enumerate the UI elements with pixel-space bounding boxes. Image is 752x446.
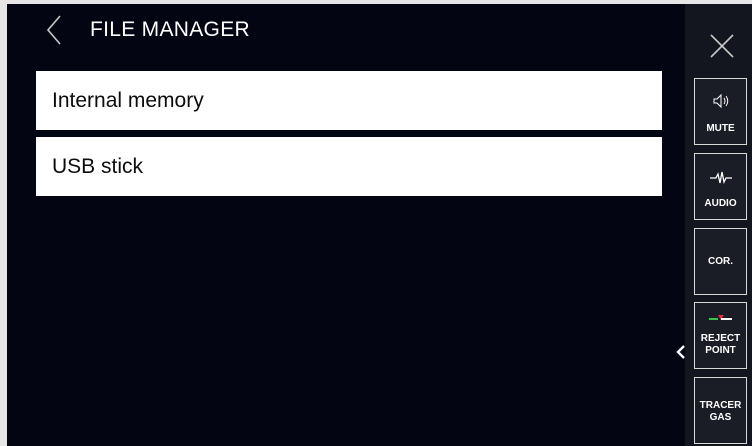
device-screen: FILE MANAGER Internal memory USB stick M… — [7, 4, 752, 446]
list-item-internal-memory[interactable]: Internal memory — [36, 71, 662, 130]
back-button[interactable] — [36, 12, 72, 48]
audio-label: AUDIO — [704, 198, 737, 209]
reject-point-button[interactable]: REJECT POINT — [694, 302, 747, 369]
cor-label: COR. — [708, 256, 733, 267]
reject-point-label-line1: REJECT — [700, 333, 741, 344]
close-button[interactable] — [704, 28, 740, 64]
waveform-icon — [710, 171, 732, 184]
reject-point-label-line2: POINT — [705, 345, 736, 356]
list-item-label: USB stick — [52, 155, 144, 178]
list-item-label: Internal memory — [52, 89, 204, 112]
page-title: FILE MANAGER — [90, 18, 250, 41]
mute-button[interactable]: MUTE — [694, 78, 747, 145]
speaker-icon — [713, 93, 729, 109]
chevron-left-icon — [676, 345, 685, 359]
tracer-gas-button[interactable]: TRACER GAS — [694, 377, 747, 444]
reject-point-icon — [709, 315, 732, 320]
mute-label: MUTE — [706, 123, 735, 134]
audio-button[interactable]: AUDIO — [694, 153, 747, 220]
sidebar-collapse-button[interactable] — [674, 341, 688, 363]
list-item-usb-stick[interactable]: USB stick — [36, 137, 662, 196]
chevron-left-icon — [46, 15, 61, 45]
main-area: FILE MANAGER Internal memory USB stick — [7, 4, 685, 446]
tracer-gas-label-line2: GAS — [709, 412, 732, 423]
close-icon — [710, 34, 734, 58]
tracer-gas-label-line1: TRACER — [699, 400, 742, 411]
cor-button[interactable]: COR. — [694, 228, 747, 295]
